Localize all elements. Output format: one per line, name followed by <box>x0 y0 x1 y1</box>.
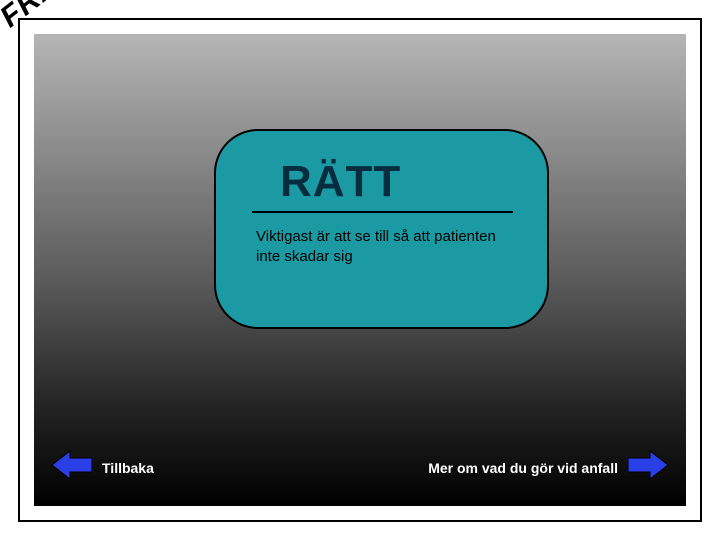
answer-body: Viktigast är att se till så att patiente… <box>256 227 521 266</box>
answer-title: RÄTT <box>280 157 521 207</box>
arrow-left-icon <box>52 451 92 484</box>
slide-background: RÄTT Viktigast är att se till så att pat… <box>34 34 686 506</box>
title-underline <box>252 211 513 213</box>
arrow-right-icon <box>628 451 668 484</box>
answer-card: RÄTT Viktigast är att se till så att pat… <box>214 129 549 329</box>
forward-button[interactable]: Mer om vad du gör vid anfall <box>428 451 668 484</box>
slide-frame: RÄTT Viktigast är att se till så att pat… <box>18 18 702 522</box>
forward-label: Mer om vad du gör vid anfall <box>428 460 618 476</box>
back-label: Tillbaka <box>102 460 154 476</box>
back-button[interactable]: Tillbaka <box>52 451 154 484</box>
